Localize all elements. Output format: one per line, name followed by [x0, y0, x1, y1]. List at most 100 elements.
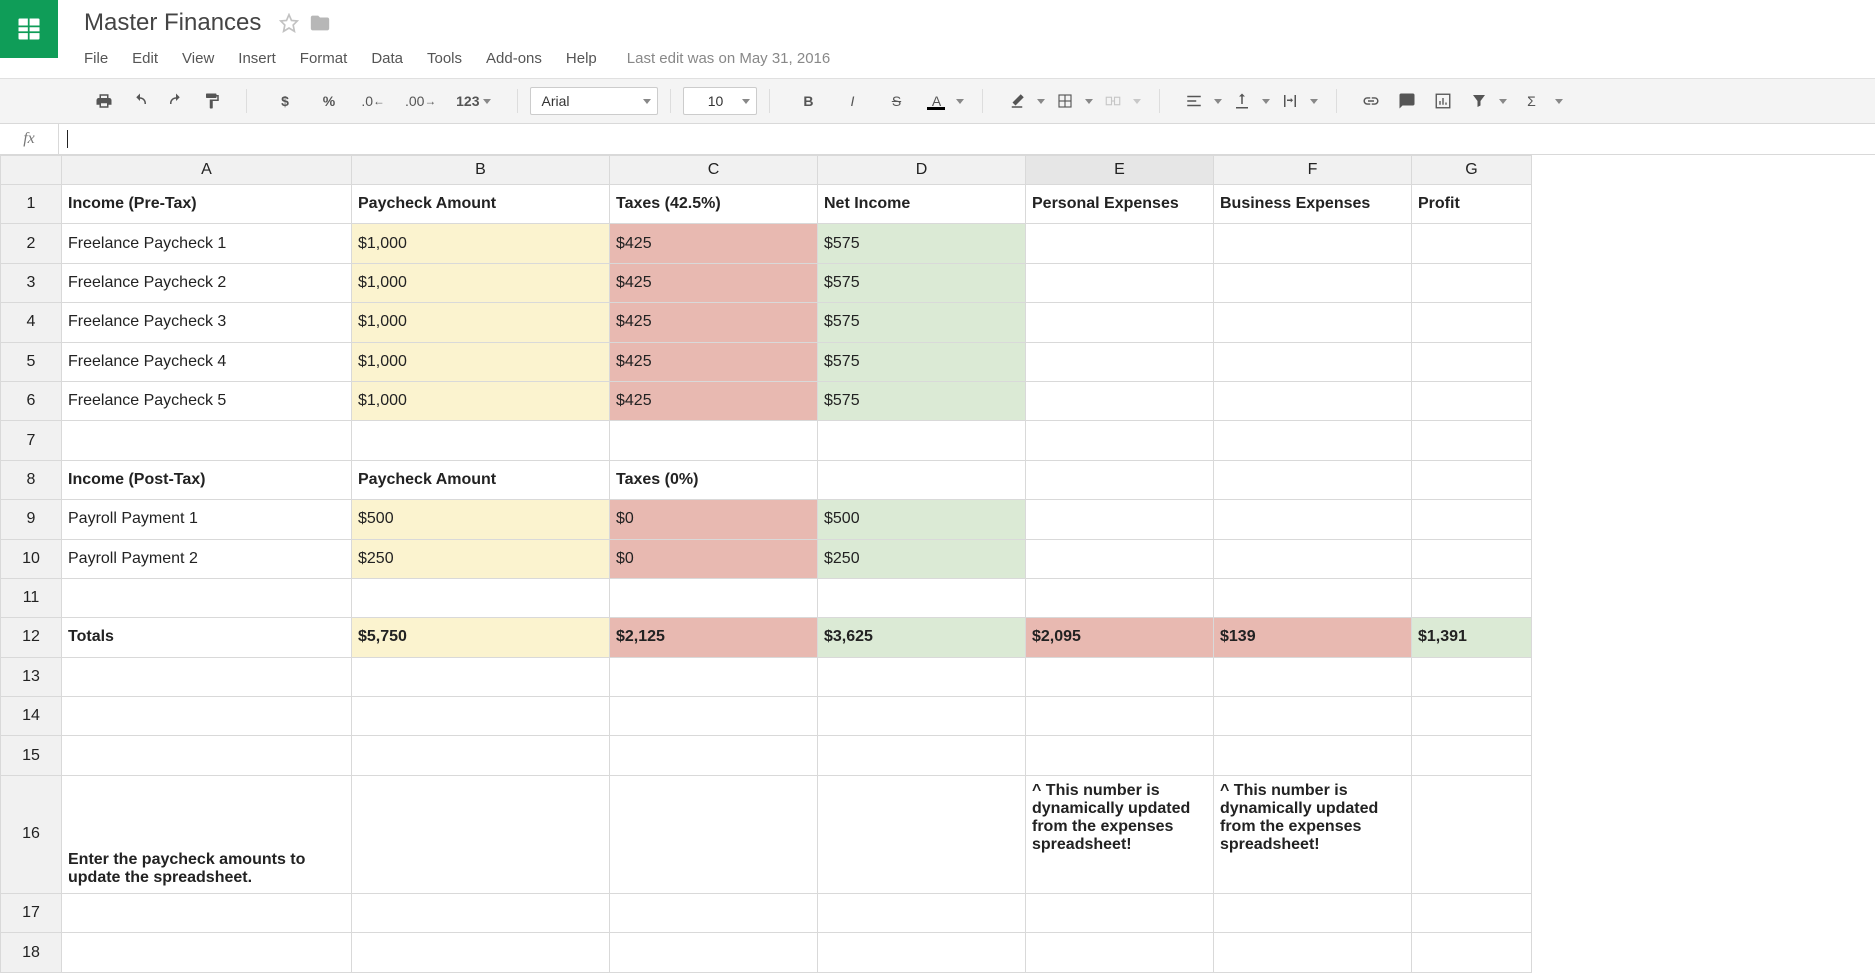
row-header[interactable]: 9	[1, 500, 62, 539]
cell[interactable]	[352, 775, 610, 893]
menu-data[interactable]: Data	[359, 46, 415, 71]
cell[interactable]	[1214, 697, 1412, 736]
row-header[interactable]: 14	[1, 697, 62, 736]
cell[interactable]	[1026, 500, 1214, 539]
cell[interactable]	[352, 894, 610, 933]
cell[interactable]	[1412, 421, 1532, 460]
app-logo[interactable]	[0, 0, 58, 58]
cell[interactable]	[818, 736, 1026, 775]
cell[interactable]	[62, 657, 352, 696]
menu-format[interactable]: Format	[288, 46, 360, 71]
font-size-select[interactable]: 10	[683, 87, 757, 115]
spreadsheet-grid[interactable]: A B C D E F G 1 Income (Pre-Tax) Paychec…	[0, 155, 1532, 973]
cell[interactable]	[1214, 736, 1412, 775]
cell[interactable]	[1412, 303, 1532, 342]
cell[interactable]: Totals	[62, 618, 352, 657]
select-all-corner[interactable]	[1, 156, 62, 185]
borders-icon[interactable]	[1049, 87, 1081, 115]
vertical-align-icon[interactable]	[1226, 87, 1258, 115]
cell[interactable]: $575	[818, 342, 1026, 381]
cell[interactable]	[1214, 894, 1412, 933]
cell[interactable]: $2,125	[610, 618, 818, 657]
row-header[interactable]: 3	[1, 263, 62, 302]
col-header-B[interactable]: B	[352, 156, 610, 185]
cell[interactable]	[610, 894, 818, 933]
cell[interactable]: Freelance Paycheck 4	[62, 342, 352, 381]
cell[interactable]: $1,000	[352, 224, 610, 263]
cell[interactable]: Enter the paycheck amounts to update the…	[62, 775, 352, 893]
cell[interactable]	[610, 736, 818, 775]
col-header-G[interactable]: G	[1412, 156, 1532, 185]
cell[interactable]	[1026, 263, 1214, 302]
cell[interactable]	[1412, 263, 1532, 302]
cell[interactable]	[352, 697, 610, 736]
cell[interactable]: $425	[610, 342, 818, 381]
cell[interactable]	[62, 933, 352, 973]
cell[interactable]	[1214, 500, 1412, 539]
formula-input[interactable]	[59, 124, 1875, 154]
row-header[interactable]: 12	[1, 618, 62, 657]
cell[interactable]	[818, 421, 1026, 460]
font-family-select[interactable]: Arial	[530, 87, 658, 115]
cell[interactable]: $5,750	[352, 618, 610, 657]
cell[interactable]: $0	[610, 500, 818, 539]
cell[interactable]	[352, 933, 610, 973]
cell[interactable]: $425	[610, 303, 818, 342]
cell[interactable]	[1026, 224, 1214, 263]
cell[interactable]	[1026, 460, 1214, 499]
cell[interactable]	[352, 657, 610, 696]
cell[interactable]: $575	[818, 224, 1026, 263]
cell[interactable]: Paycheck Amount	[352, 185, 610, 224]
bold-button[interactable]: B	[788, 87, 828, 115]
cell[interactable]	[1412, 381, 1532, 420]
cell[interactable]	[610, 421, 818, 460]
cell[interactable]	[1026, 736, 1214, 775]
cell[interactable]	[1412, 578, 1532, 617]
merge-cells-icon[interactable]	[1097, 87, 1129, 115]
currency-format-button[interactable]: $	[265, 87, 305, 115]
menu-addons[interactable]: Add-ons	[474, 46, 554, 71]
cell[interactable]: Net Income	[818, 185, 1026, 224]
menu-help[interactable]: Help	[554, 46, 609, 71]
cell[interactable]: Freelance Paycheck 1	[62, 224, 352, 263]
cell[interactable]	[818, 697, 1026, 736]
cell[interactable]	[352, 421, 610, 460]
cell[interactable]: $575	[818, 303, 1026, 342]
cell[interactable]: Freelance Paycheck 5	[62, 381, 352, 420]
row-header[interactable]: 16	[1, 775, 62, 893]
cell[interactable]	[1214, 263, 1412, 302]
horizontal-align-icon[interactable]	[1178, 87, 1210, 115]
cell[interactable]	[818, 460, 1026, 499]
cell[interactable]	[1026, 657, 1214, 696]
cell[interactable]	[1412, 342, 1532, 381]
cell[interactable]: Freelance Paycheck 3	[62, 303, 352, 342]
cell[interactable]: Taxes (0%)	[610, 460, 818, 499]
cell[interactable]	[1412, 224, 1532, 263]
cell[interactable]: Personal Expenses	[1026, 185, 1214, 224]
cell[interactable]	[1214, 933, 1412, 973]
cell[interactable]	[1412, 894, 1532, 933]
increase-decimal-button[interactable]: .00→	[397, 87, 444, 115]
row-header[interactable]: 1	[1, 185, 62, 224]
col-header-F[interactable]: F	[1214, 156, 1412, 185]
cell[interactable]	[62, 697, 352, 736]
cell[interactable]	[1214, 460, 1412, 499]
italic-button[interactable]: I	[832, 87, 872, 115]
cell[interactable]	[62, 421, 352, 460]
paint-format-icon[interactable]	[196, 87, 228, 115]
cell[interactable]: Business Expenses	[1214, 185, 1412, 224]
cell[interactable]	[1412, 500, 1532, 539]
cell[interactable]	[610, 775, 818, 893]
cell[interactable]: $500	[352, 500, 610, 539]
cell[interactable]: Payroll Payment 2	[62, 539, 352, 578]
cell[interactable]: Income (Post-Tax)	[62, 460, 352, 499]
col-header-D[interactable]: D	[818, 156, 1026, 185]
cell[interactable]: $250	[818, 539, 1026, 578]
cell[interactable]	[352, 736, 610, 775]
cell[interactable]: $1,000	[352, 303, 610, 342]
cell[interactable]	[352, 578, 610, 617]
cell[interactable]	[818, 775, 1026, 893]
cell[interactable]	[1026, 578, 1214, 617]
insert-comment-icon[interactable]	[1391, 87, 1423, 115]
menu-tools[interactable]: Tools	[415, 46, 474, 71]
